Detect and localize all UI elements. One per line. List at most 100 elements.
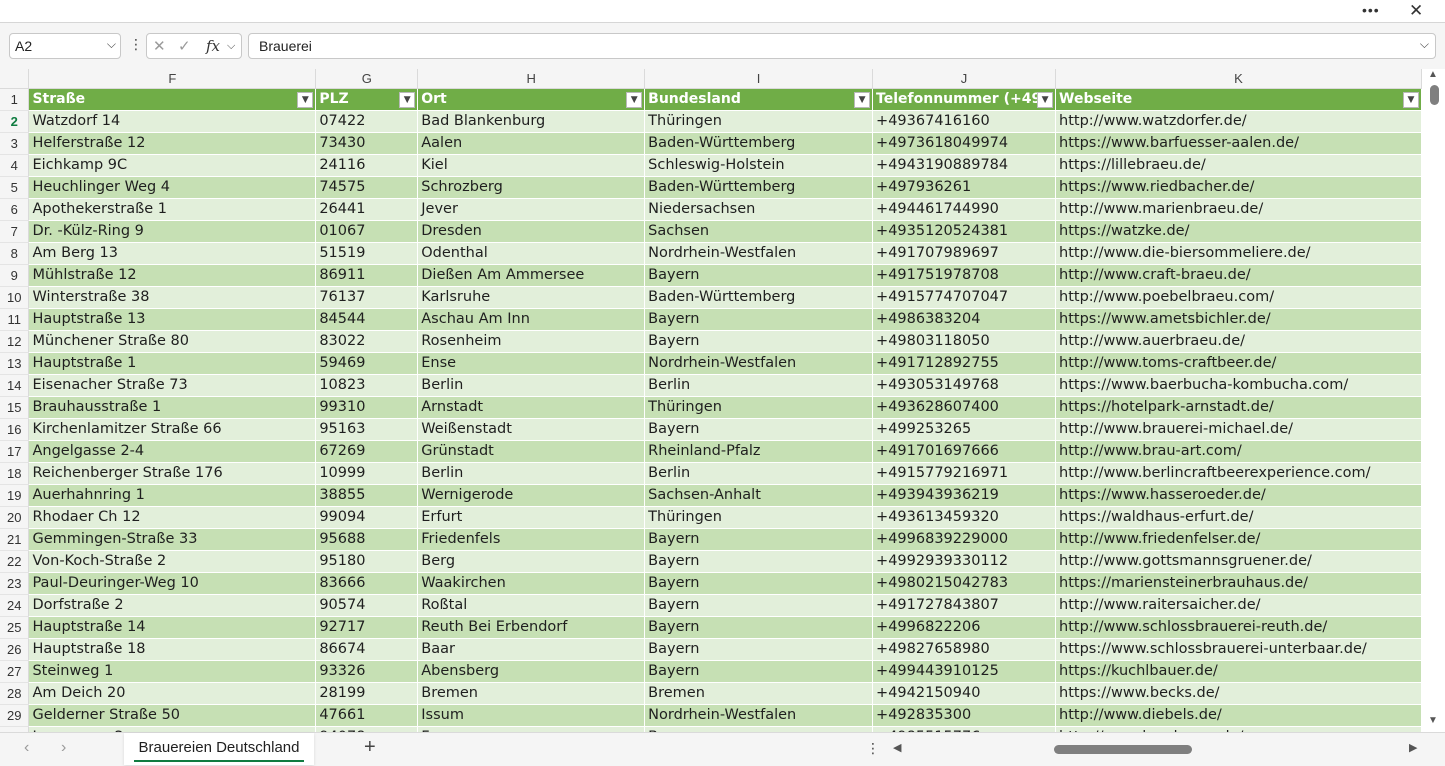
table-cell[interactable]: 67269 (315, 440, 419, 463)
table-cell[interactable]: Hauptstraße 14 (28, 616, 317, 639)
table-cell[interactable]: Eichkamp 9C (28, 154, 317, 177)
column-header[interactable]: I (644, 69, 874, 89)
header-cell[interactable]: Straße ▼ (28, 88, 317, 111)
table-cell[interactable]: Thüringen (644, 110, 874, 133)
table-cell[interactable]: Heuchlinger Weg 4 (28, 176, 317, 199)
table-cell[interactable]: +491701697666 (872, 440, 1057, 463)
table-cell[interactable]: Hauptstraße 1 (28, 352, 317, 375)
table-cell[interactable]: Friedenfels (417, 528, 646, 551)
table-cell[interactable]: 24116 (315, 154, 419, 177)
table-cell[interactable]: Dr. -Külz-Ring 9 (28, 220, 317, 243)
table-cell[interactable]: 01067 (315, 220, 419, 243)
table-cell[interactable]: 84544 (315, 308, 419, 331)
table-cell[interactable]: 92717 (315, 616, 419, 639)
table-cell[interactable]: 99310 (315, 396, 419, 419)
table-cell[interactable]: 74575 (315, 176, 419, 199)
table-cell[interactable]: Am Berg 13 (28, 242, 317, 265)
scroll-left-icon[interactable]: ◀ (893, 741, 901, 754)
table-cell[interactable]: +4943190889784 (872, 154, 1057, 177)
table-cell[interactable]: http://www.marienbraeu.de/ (1055, 198, 1422, 221)
table-cell[interactable]: Brauhausstraße 1 (28, 396, 317, 419)
table-cell[interactable]: Berlin (644, 374, 874, 397)
table-cell[interactable]: https://www.ametsbichler.de/ (1055, 308, 1422, 331)
table-cell[interactable]: https://watzke.de/ (1055, 220, 1422, 243)
table-cell[interactable]: 38855 (315, 484, 419, 507)
row-number[interactable]: 20 (0, 506, 30, 529)
table-cell[interactable]: Wernigerode (417, 484, 646, 507)
table-cell[interactable]: Ense (417, 352, 646, 375)
table-cell[interactable]: Von-Koch-Straße 2 (28, 550, 317, 573)
table-cell[interactable]: http://www.gottsmannsgruener.de/ (1055, 550, 1422, 573)
table-cell[interactable]: Bayern (644, 660, 874, 683)
row-number[interactable]: 28 (0, 682, 30, 705)
table-cell[interactable]: Bayern (644, 528, 874, 551)
table-cell[interactable]: +497936261 (872, 176, 1057, 199)
row-number[interactable]: 10 (0, 286, 30, 309)
table-cell[interactable]: https://mariensteinerbrauhaus.de/ (1055, 572, 1422, 595)
row-number[interactable]: 27 (0, 660, 30, 683)
row-number[interactable]: 1 (0, 88, 30, 111)
table-cell[interactable]: https://kuchlbauer.de/ (1055, 660, 1422, 683)
table-cell[interactable]: Winterstraße 38 (28, 286, 317, 309)
table-cell[interactable]: Bayern (644, 330, 874, 353)
table-cell[interactable]: 59469 (315, 352, 419, 375)
table-cell[interactable]: Bremen (644, 682, 874, 705)
header-cell[interactable]: Ort ▼ (417, 88, 646, 111)
table-cell[interactable]: Arnstadt (417, 396, 646, 419)
table-cell[interactable]: https://www.becks.de/ (1055, 682, 1422, 705)
table-cell[interactable]: +4942150940 (872, 682, 1057, 705)
table-cell[interactable]: http://www.raitersaicher.de/ (1055, 594, 1422, 617)
name-box[interactable]: A2 ⌵ (9, 33, 121, 59)
table-cell[interactable]: http://www.berlincraftbeerexperience.com… (1055, 462, 1422, 485)
table-cell[interactable]: Gemmingen-Straße 33 (28, 528, 317, 551)
table-cell[interactable]: Thüringen (644, 506, 874, 529)
column-header[interactable]: G (315, 69, 419, 89)
table-cell[interactable]: Jever (417, 198, 646, 221)
scroll-thumb[interactable] (1430, 85, 1439, 105)
filter-dropdown-icon[interactable]: ▼ (854, 91, 871, 108)
table-cell[interactable]: 99094 (315, 506, 419, 529)
table-cell[interactable]: https://www.barfuesser-aalen.de/ (1055, 132, 1422, 155)
table-cell[interactable]: 95163 (315, 418, 419, 441)
table-cell[interactable]: https://waldhaus-erfurt.de/ (1055, 506, 1422, 529)
header-cell[interactable]: PLZ ▼ (315, 88, 419, 111)
table-cell[interactable]: +499253265 (872, 418, 1057, 441)
table-cell[interactable]: 73430 (315, 132, 419, 155)
table-cell[interactable]: Steinweg 1 (28, 660, 317, 683)
vertical-scrollbar[interactable]: ▲ ▼ (1422, 69, 1445, 732)
table-cell[interactable]: +4980215042783 (872, 572, 1057, 595)
table-cell[interactable]: +492835300 (872, 704, 1057, 727)
table-cell[interactable]: +493943936219 (872, 484, 1057, 507)
table-cell[interactable]: Watzdorf 14 (28, 110, 317, 133)
next-sheet-icon[interactable]: › (61, 739, 66, 757)
chevron-down-icon[interactable]: ⌵ (107, 37, 116, 52)
table-cell[interactable]: Issum (417, 704, 646, 727)
table-cell[interactable]: Rosenheim (417, 330, 646, 353)
table-cell[interactable]: Bayern (644, 550, 874, 573)
vertical-ellipsis-icon[interactable]: ⋮ (866, 740, 880, 757)
cancel-icon[interactable]: ✕ (153, 37, 166, 55)
prev-sheet-icon[interactable]: ‹ (24, 739, 29, 757)
table-cell[interactable]: Dresden (417, 220, 646, 243)
table-cell[interactable]: Mühlstraße 12 (28, 264, 317, 287)
table-cell[interactable]: Berlin (417, 462, 646, 485)
table-cell[interactable]: +49827658980 (872, 638, 1057, 661)
row-number[interactable]: 25 (0, 616, 30, 639)
table-cell[interactable]: Bayern (644, 264, 874, 287)
table-cell[interactable]: +4996839229000 (872, 528, 1057, 551)
table-cell[interactable]: Angelgasse 2-4 (28, 440, 317, 463)
table-cell[interactable]: +493613459320 (872, 506, 1057, 529)
table-cell[interactable]: https://www.riedbacher.de/ (1055, 176, 1422, 199)
row-number[interactable]: 24 (0, 594, 30, 617)
table-cell[interactable]: +4915779216971 (872, 462, 1057, 485)
table-cell[interactable]: +49803118050 (872, 330, 1057, 353)
filter-dropdown-icon[interactable]: ▼ (1403, 91, 1419, 108)
table-cell[interactable]: Odenthal (417, 242, 646, 265)
table-cell[interactable]: 95180 (315, 550, 419, 573)
table-cell[interactable]: Bayern (644, 638, 874, 661)
enter-check-icon[interactable]: ✓ (178, 37, 191, 55)
table-cell[interactable]: Aschau Am Inn (417, 308, 646, 331)
table-cell[interactable]: 51519 (315, 242, 419, 265)
table-cell[interactable]: +491707989697 (872, 242, 1057, 265)
table-cell[interactable]: Karlsruhe (417, 286, 646, 309)
